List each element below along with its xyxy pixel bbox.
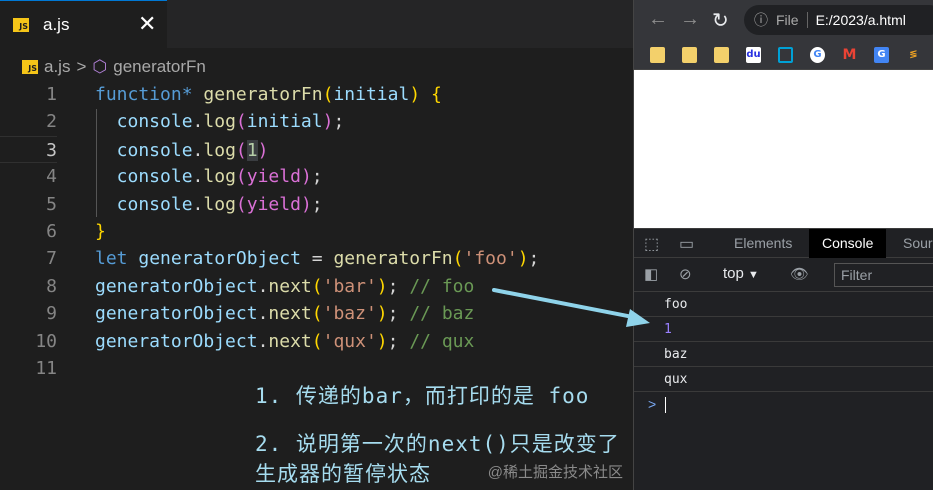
- arrow-head: [626, 309, 650, 327]
- arrow-line: [492, 288, 640, 320]
- annotation-arrow: [492, 288, 650, 327]
